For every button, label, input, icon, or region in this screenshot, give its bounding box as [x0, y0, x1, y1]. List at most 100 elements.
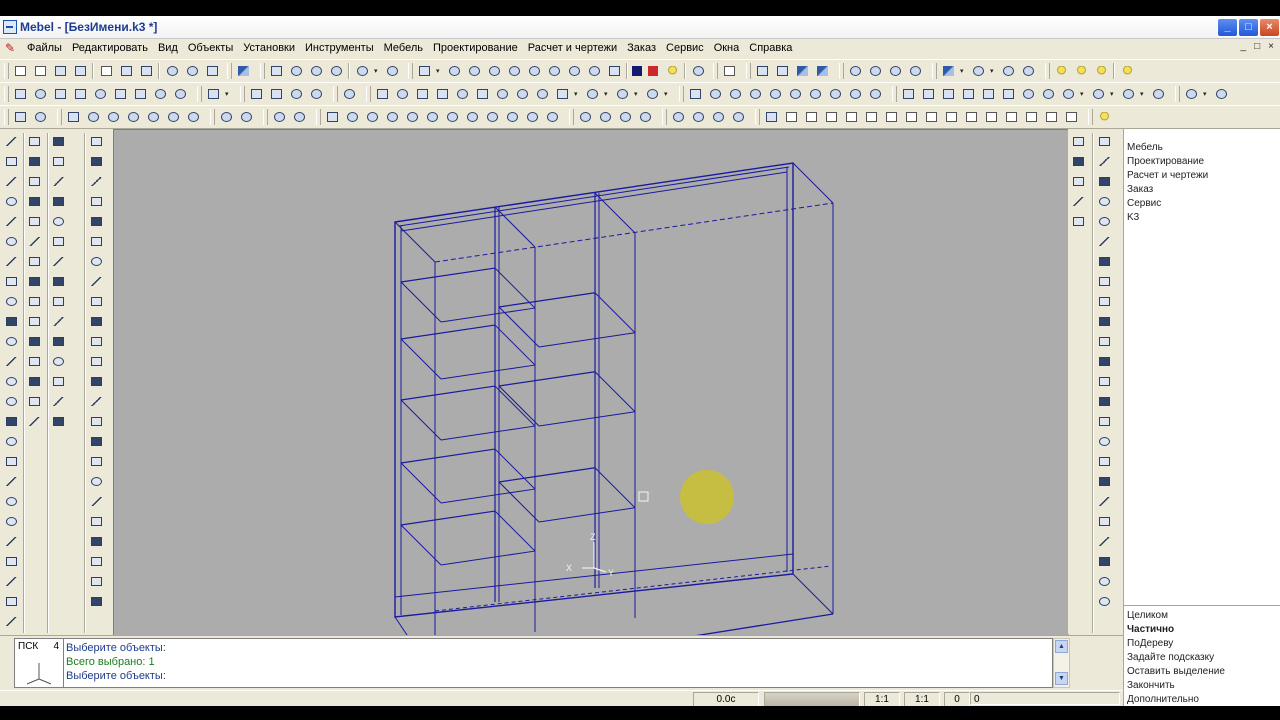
color-swatch-icon[interactable]: [632, 66, 642, 76]
furn-tool-0-icon[interactable]: [88, 133, 105, 150]
toolbar-grip[interactable]: [4, 63, 9, 79]
tb1-tool-5-1-icon[interactable]: [774, 63, 790, 79]
draw-tool-6-icon[interactable]: [3, 253, 20, 270]
draw-tool-3-icon[interactable]: [3, 193, 20, 210]
draw-tool-12-icon[interactable]: [3, 373, 20, 390]
menu-settings[interactable]: Установки: [238, 41, 300, 56]
panel-item-k3[interactable]: K3: [1127, 211, 1208, 225]
toolbar-grip[interactable]: [408, 63, 413, 79]
object-tool-17-icon[interactable]: [1096, 473, 1113, 490]
tb2-tool-0-3-icon[interactable]: [72, 86, 88, 102]
tb1-tool-0-3-icon[interactable]: [72, 63, 88, 79]
snap-tool-11-icon[interactable]: [50, 353, 67, 370]
object-tool-11-icon[interactable]: [1096, 353, 1113, 370]
object-tool-6-icon[interactable]: [1096, 253, 1113, 270]
tb2-tool-0-1-icon[interactable]: [32, 86, 48, 102]
object-tool-23-icon[interactable]: [1096, 593, 1113, 610]
object-tool-9-icon[interactable]: [1096, 313, 1113, 330]
tb2-tool-4-15-icon[interactable]: [644, 86, 660, 102]
draw-tool-10-icon[interactable]: [3, 333, 20, 350]
tb1-tool-6-3-icon[interactable]: [907, 63, 923, 79]
edit-tool-3-icon[interactable]: [26, 193, 43, 210]
tb2-tool-5-5-icon[interactable]: [787, 86, 803, 102]
tb1-tool-1-0-icon[interactable]: [235, 63, 251, 79]
option-finish[interactable]: Закончить: [1127, 679, 1225, 693]
toolbar-grip[interactable]: [746, 63, 751, 79]
menu-windows[interactable]: Окна: [709, 41, 745, 56]
furn-tool-17-icon[interactable]: [88, 473, 105, 490]
3d-viewport[interactable]: Z X Y: [113, 129, 1069, 636]
object-tool-5-icon[interactable]: [1096, 233, 1113, 250]
tb1-tool-0-6-icon[interactable]: [118, 63, 134, 79]
draw-tool-13-icon[interactable]: [3, 393, 20, 410]
toolbar-grip[interactable]: [316, 109, 321, 125]
dropdown-arrow-icon[interactable]: ▾: [574, 90, 580, 98]
edit-tool-13-icon[interactable]: [26, 393, 43, 410]
snap-tool-0-icon[interactable]: [50, 133, 67, 150]
tb1-tool-8-0-icon[interactable]: [1053, 63, 1069, 79]
tb2-tool-4-1-icon[interactable]: [394, 86, 410, 102]
option-set-hint[interactable]: Задайте подсказку: [1127, 651, 1225, 665]
tb2-tool-6-8-icon[interactable]: [1060, 86, 1076, 102]
tb1-tool-3-0-icon[interactable]: [416, 63, 432, 79]
toolbar-grip[interactable]: [755, 109, 760, 125]
tb2-tool-4-7-icon[interactable]: [514, 86, 530, 102]
toolbar-grip[interactable]: [1175, 86, 1180, 102]
edit-tool-14-icon[interactable]: [26, 413, 43, 430]
toolbar-grip[interactable]: [263, 109, 268, 125]
tb1-tool-7-5-icon[interactable]: [1020, 63, 1036, 79]
toolbar-grip[interactable]: [260, 63, 265, 79]
view-tool-3-icon[interactable]: [1070, 193, 1087, 210]
tb3-tool-7-14-icon[interactable]: [1043, 109, 1059, 125]
toolbar-grip[interactable]: [240, 86, 245, 102]
snap-tool-12-icon[interactable]: [50, 373, 67, 390]
dropdown-arrow-icon[interactable]: ▾: [1140, 90, 1146, 98]
tb2-tool-6-4-icon[interactable]: [980, 86, 996, 102]
tb1-tool-0-9-icon[interactable]: [164, 63, 180, 79]
toolbar-grip[interactable]: [839, 63, 844, 79]
draw-tool-5-icon[interactable]: [3, 233, 20, 250]
furn-tool-22-icon[interactable]: [88, 573, 105, 590]
panel-item-design[interactable]: Проектирование: [1127, 155, 1208, 169]
panel-item-order[interactable]: Заказ: [1127, 183, 1208, 197]
tb2-tool-4-9-icon[interactable]: [554, 86, 570, 102]
tb2-tool-0-8-icon[interactable]: [172, 86, 188, 102]
toolbar-grip[interactable]: [210, 109, 215, 125]
tb1-tool-3-7-icon[interactable]: [546, 63, 562, 79]
menu-objects[interactable]: Объекты: [183, 41, 238, 56]
draw-tool-7-icon[interactable]: [3, 273, 20, 290]
menu-tools[interactable]: Инструменты: [300, 41, 379, 56]
tb2-tool-6-7-icon[interactable]: [1040, 86, 1056, 102]
panel-item-calc-drawings[interactable]: Расчет и чертежи: [1127, 169, 1208, 183]
furn-tool-13-icon[interactable]: [88, 393, 105, 410]
maximize-button[interactable]: □: [1238, 18, 1259, 37]
tb2-tool-4-3-icon[interactable]: [434, 86, 450, 102]
tb1-tool-0-0-icon[interactable]: [12, 63, 28, 79]
toolbar-grip[interactable]: [932, 63, 937, 79]
tb2-tool-0-4-icon[interactable]: [92, 86, 108, 102]
tb3-tool-7-1-icon[interactable]: [783, 109, 799, 125]
furn-tool-19-icon[interactable]: [88, 513, 105, 530]
tb1-tool-0-7-icon[interactable]: [138, 63, 154, 79]
tb2-tool-0-5-icon[interactable]: [112, 86, 128, 102]
tb2-tool-5-8-icon[interactable]: [847, 86, 863, 102]
draw-tool-1-icon[interactable]: [3, 153, 20, 170]
toolbar-grip[interactable]: [679, 86, 684, 102]
menu-help[interactable]: Справка: [744, 41, 797, 56]
tb1-tool-5-3-icon[interactable]: [814, 63, 830, 79]
edit-tool-2-icon[interactable]: [26, 173, 43, 190]
tb1-tool-0-10-icon[interactable]: [184, 63, 200, 79]
tb1-tool-7-0-icon[interactable]: [940, 63, 956, 79]
toolbar-grip[interactable]: [197, 86, 202, 102]
draw-tool-19-icon[interactable]: [3, 513, 20, 530]
tb2-tool-5-4-icon[interactable]: [767, 86, 783, 102]
tb3-tool-4-6-icon[interactable]: [444, 109, 460, 125]
tb3-tool-2-0-icon[interactable]: [218, 109, 234, 125]
color-swatch-icon[interactable]: [648, 66, 658, 76]
tb3-tool-4-2-icon[interactable]: [364, 109, 380, 125]
tb2-tool-4-2-icon[interactable]: [414, 86, 430, 102]
object-tool-7-icon[interactable]: [1096, 273, 1113, 290]
tb1-tool-3-5-icon[interactable]: [506, 63, 522, 79]
furn-tool-20-icon[interactable]: [88, 533, 105, 550]
tb1-tool-7-2-icon[interactable]: [970, 63, 986, 79]
